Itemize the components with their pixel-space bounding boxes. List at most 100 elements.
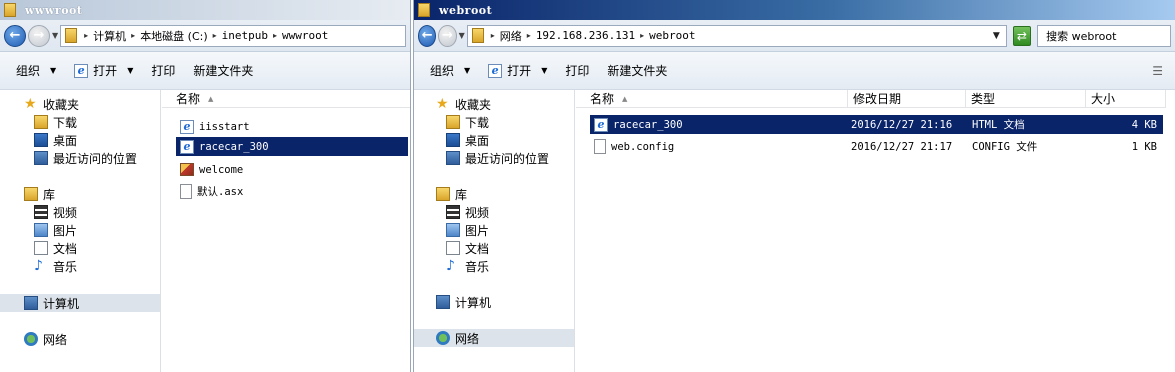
sort-ascending-icon: ▲ bbox=[208, 94, 214, 103]
file-type: CONFIG 文件 bbox=[972, 141, 1038, 153]
nav-item-downloads[interactable]: 下载 bbox=[0, 113, 160, 131]
print-button[interactable]: 打印 bbox=[565, 62, 589, 79]
command-bar: 组织 ▼ e 打开 ▼ 打印 新建文件夹 ☰ bbox=[414, 52, 1175, 90]
search-input[interactable]: 搜索 webroot bbox=[1037, 24, 1172, 47]
recent-places-icon bbox=[446, 151, 460, 165]
pictures-icon bbox=[34, 223, 48, 237]
nav-item-libraries[interactable]: 库 bbox=[414, 185, 574, 203]
new-folder-button[interactable]: 新建文件夹 bbox=[193, 62, 253, 79]
breadcrumb-separator[interactable]: ▸ bbox=[491, 31, 495, 40]
nav-item-recent-places[interactable]: 最近访问的位置 bbox=[414, 149, 574, 167]
file-row[interactable]: e iisstart bbox=[176, 117, 408, 136]
new-folder-label: 新建文件夹 bbox=[193, 64, 254, 78]
file-row[interactable]: 默认.asx bbox=[176, 182, 408, 201]
column-header-modified[interactable]: 修改日期 bbox=[848, 90, 966, 108]
recent-pages-dropdown[interactable]: ▼ bbox=[459, 31, 465, 40]
folder-icon bbox=[418, 3, 430, 17]
breadcrumb-inetpub[interactable]: inetpub bbox=[222, 29, 268, 42]
file-modified: 2016/12/27 21:16 bbox=[851, 118, 953, 131]
internet-explorer-icon: e bbox=[74, 63, 89, 78]
breadcrumb-local-disk[interactable]: 本地磁盘 (C:) bbox=[140, 28, 207, 44]
breadcrumb-separator[interactable]: ▸ bbox=[273, 31, 277, 40]
print-button[interactable]: 打印 bbox=[151, 62, 175, 79]
title-bar[interactable]: webroot bbox=[414, 0, 1175, 20]
file-list: 名称 ▲ 修改日期 类型 大小 e racecar_300 2016/12/27… bbox=[576, 90, 1175, 372]
refresh-button[interactable]: ⇄ bbox=[1012, 25, 1032, 46]
breadcrumb-host[interactable]: 192.168.236.131 bbox=[536, 29, 635, 42]
nav-item-recent-places[interactable]: 最近访问的位置 bbox=[0, 149, 160, 167]
file-name: iisstart bbox=[199, 120, 250, 133]
nav-item-desktop[interactable]: 桌面 bbox=[0, 131, 160, 149]
open-menu-button[interactable]: e 打开 ▼ bbox=[74, 62, 133, 79]
file-name-cell: web.config bbox=[594, 137, 674, 156]
column-header-size[interactable]: 大小 bbox=[1086, 90, 1166, 108]
address-box[interactable]: ▸ 计算机 ▸ 本地磁盘 (C:) ▸ inetpub ▸ wwwroot bbox=[60, 24, 406, 47]
address-box[interactable]: ▸ 网络 ▸ 192.168.236.131 ▸ webroot ▼ bbox=[466, 24, 1007, 47]
chevron-down-icon: ▼ bbox=[50, 66, 57, 75]
nav-item-computer[interactable]: 计算机 bbox=[0, 294, 160, 312]
file-row[interactable]: web.config 2016/12/27 21:17 CONFIG 文件 1 … bbox=[590, 137, 1163, 156]
nav-label: 文档 bbox=[53, 241, 78, 256]
nav-item-network[interactable]: 网络 bbox=[414, 329, 574, 347]
breadcrumb-separator[interactable]: ▸ bbox=[84, 31, 88, 40]
documents-icon bbox=[34, 241, 48, 255]
back-button[interactable]: ← bbox=[418, 24, 437, 47]
nav-item-downloads[interactable]: 下载 bbox=[414, 113, 574, 131]
nav-label: 图片 bbox=[53, 223, 78, 238]
nav-item-documents[interactable]: 文档 bbox=[414, 239, 574, 257]
open-menu-button[interactable]: e 打开 ▼ bbox=[488, 62, 547, 79]
explorer-window-webroot: webroot ← → ▼ ▸ 网络 ▸ 192.168.236.131 ▸ w… bbox=[413, 0, 1175, 372]
nav-label: 视频 bbox=[53, 205, 78, 220]
desktop-icon bbox=[34, 133, 48, 147]
file-name: web.config bbox=[611, 140, 675, 153]
file-row[interactable]: welcome bbox=[176, 160, 408, 179]
ie-file-icon: e bbox=[180, 119, 194, 134]
nav-item-libraries[interactable]: 库 bbox=[0, 185, 160, 203]
breadcrumb-separator[interactable]: ▸ bbox=[527, 31, 531, 40]
network-icon bbox=[24, 332, 38, 346]
view-options-icon[interactable]: ☰ bbox=[1152, 64, 1163, 78]
explorer-window-wwwroot: wwwroot ← → ▼ ▸ 计算机 ▸ 本地磁盘 (C:) ▸ inetpu… bbox=[0, 0, 411, 372]
file-row[interactable]: e racecar_300 2016/12/27 21:16 HTML 文档 4… bbox=[590, 115, 1163, 134]
breadcrumb-computer[interactable]: 计算机 bbox=[93, 28, 126, 44]
recent-pages-dropdown[interactable]: ▼ bbox=[52, 31, 58, 40]
organize-menu-button[interactable]: 组织 ▼ bbox=[430, 62, 470, 79]
nav-item-music[interactable]: ♪ 音乐 bbox=[0, 257, 160, 275]
nav-item-videos[interactable]: 视频 bbox=[414, 203, 574, 221]
breadcrumb-separator[interactable]: ▸ bbox=[213, 31, 217, 40]
column-header-name[interactable]: 名称 ▲ bbox=[576, 90, 848, 108]
new-folder-button[interactable]: 新建文件夹 bbox=[607, 62, 667, 79]
file-row[interactable]: e racecar_300 bbox=[176, 137, 408, 156]
nav-item-music[interactable]: ♪ 音乐 bbox=[414, 257, 574, 275]
title-bar[interactable]: wwwroot bbox=[0, 0, 410, 20]
nav-item-network[interactable]: 网络 bbox=[0, 330, 160, 348]
back-button[interactable]: ← bbox=[4, 24, 26, 47]
column-header-name[interactable]: 名称 ▲ bbox=[162, 90, 410, 108]
column-label: 类型 bbox=[971, 92, 996, 106]
forward-button[interactable]: → bbox=[438, 24, 457, 47]
chevron-down-icon: ▼ bbox=[127, 66, 134, 75]
file-name: racecar_300 bbox=[199, 140, 269, 153]
sort-ascending-icon: ▲ bbox=[622, 94, 628, 103]
address-history-dropdown[interactable]: ▼ bbox=[993, 31, 1000, 41]
nav-item-computer[interactable]: 计算机 bbox=[414, 293, 574, 311]
nav-item-favorites[interactable]: ★ 收藏夹 bbox=[414, 95, 574, 113]
nav-label: 库 bbox=[43, 187, 56, 202]
nav-item-documents[interactable]: 文档 bbox=[0, 239, 160, 257]
nav-item-pictures[interactable]: 图片 bbox=[0, 221, 160, 239]
downloads-folder-icon bbox=[446, 115, 460, 129]
breadcrumb-webroot[interactable]: webroot bbox=[649, 29, 695, 42]
breadcrumb-network[interactable]: 网络 bbox=[500, 28, 522, 44]
forward-button[interactable]: → bbox=[28, 24, 50, 47]
organize-menu-button[interactable]: 组织 ▼ bbox=[16, 62, 56, 79]
breadcrumb-wwwroot[interactable]: wwwroot bbox=[282, 29, 328, 42]
breadcrumb-separator[interactable]: ▸ bbox=[131, 31, 135, 40]
column-header-type[interactable]: 类型 bbox=[966, 90, 1086, 108]
nav-item-videos[interactable]: 视频 bbox=[0, 203, 160, 221]
breadcrumb-separator[interactable]: ▸ bbox=[640, 31, 644, 40]
file-name: 默认.asx bbox=[197, 186, 244, 198]
nav-item-favorites[interactable]: ★ 收藏夹 bbox=[0, 95, 160, 113]
ie-file-icon: e bbox=[180, 139, 194, 154]
nav-item-pictures[interactable]: 图片 bbox=[414, 221, 574, 239]
nav-item-desktop[interactable]: 桌面 bbox=[414, 131, 574, 149]
